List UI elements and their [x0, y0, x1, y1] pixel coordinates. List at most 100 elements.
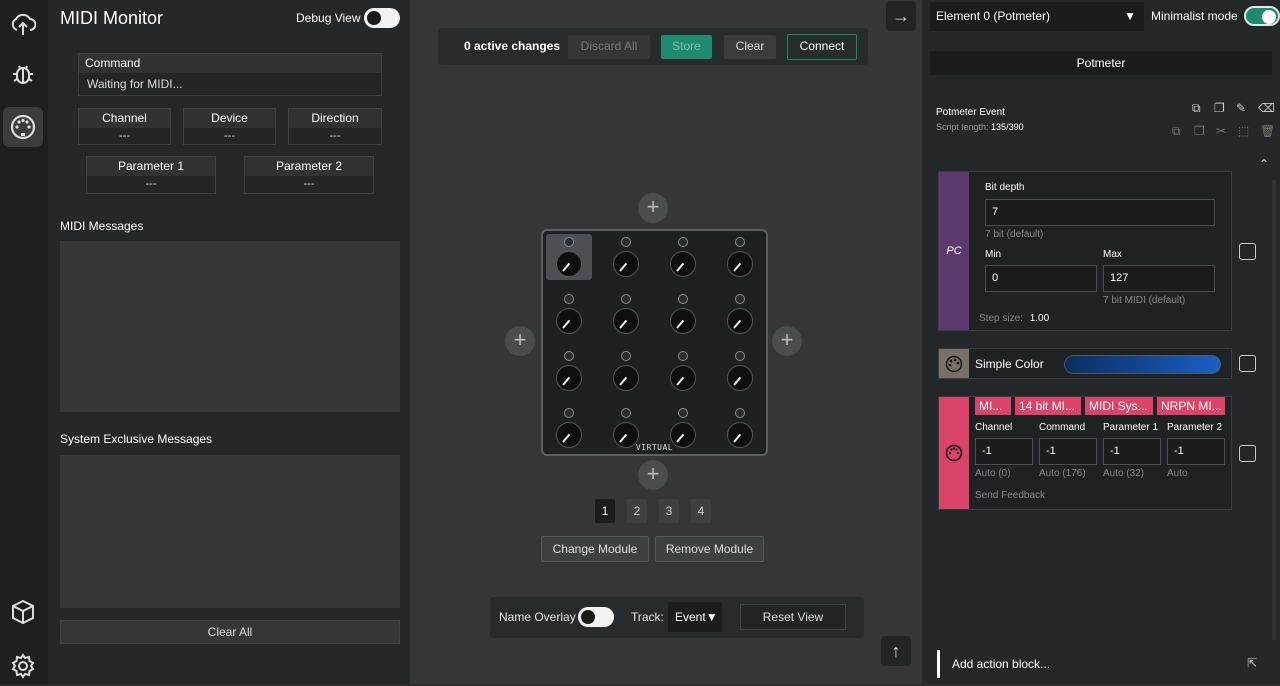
add-module-left-button[interactable]: +: [505, 326, 535, 356]
bit-depth-input[interactable]: 7: [985, 199, 1215, 226]
package-icon[interactable]: [3, 592, 43, 632]
bug-icon[interactable]: [3, 54, 43, 94]
knob-icon[interactable]: [613, 365, 639, 391]
duplicate-icon[interactable]: ❐: [1194, 124, 1205, 138]
brush-icon[interactable]: ⌫: [1258, 101, 1275, 115]
gear-icon[interactable]: [3, 646, 43, 686]
potentiometer-cell[interactable]: [717, 291, 763, 337]
channel-hint: Auto (0): [975, 468, 1011, 479]
edit-icon[interactable]: ✎: [1236, 101, 1246, 115]
midi-messages-heading: MIDI Messages: [60, 219, 144, 233]
copy-icon[interactable]: ⧉: [1192, 101, 1201, 116]
track-select[interactable]: Event▼: [668, 602, 722, 632]
clear-button[interactable]: Clear: [724, 35, 776, 59]
midi-14bit-tab[interactable]: 14 bit MI...: [1015, 397, 1081, 415]
potentiometer-cell[interactable]: [603, 234, 649, 280]
add-action-button[interactable]: Add action block...: [952, 657, 1050, 671]
knob-icon[interactable]: [613, 251, 639, 277]
add-module-bottom-button[interactable]: +: [638, 460, 668, 490]
sysex-messages-list[interactable]: [60, 455, 400, 608]
knob-icon[interactable]: [556, 308, 582, 334]
pc-block: PC Bit depth 7 7 bit (default) Min 0 Max…: [938, 171, 1232, 331]
upload-icon[interactable]: [3, 4, 43, 44]
potentiometer-cell[interactable]: [546, 348, 592, 394]
knob-icon[interactable]: [727, 365, 753, 391]
paste-icon[interactable]: ❐: [1214, 101, 1225, 115]
page-button-2[interactable]: 2: [627, 499, 647, 523]
midi-messages-list[interactable]: [60, 241, 400, 412]
led-indicator: [621, 294, 631, 304]
scroll-up-icon[interactable]: ↑: [881, 636, 911, 666]
external-link-icon[interactable]: ⇱: [1247, 656, 1257, 670]
debug-view-toggle[interactable]: [364, 8, 400, 28]
command-input[interactable]: -1: [1039, 438, 1097, 465]
element-select[interactable]: Element 0 (Potmeter) ▼: [930, 2, 1144, 31]
copy-block-icon[interactable]: ⧉: [1172, 124, 1181, 139]
midi-tab[interactable]: MI...: [975, 397, 1011, 415]
page-button-3[interactable]: 3: [659, 499, 679, 523]
midi-sysex-tab[interactable]: MIDI Sys...: [1085, 397, 1153, 415]
parameter2-input[interactable]: -1: [1167, 438, 1225, 465]
midi-block-checkbox[interactable]: [1239, 445, 1256, 462]
clear-all-button[interactable]: Clear All: [60, 620, 400, 644]
potentiometer-cell[interactable]: [660, 348, 706, 394]
left-nav-bar: [0, 0, 48, 684]
view-toolbar: Name Overlay Track: Event▼ Reset View: [490, 597, 864, 638]
element-select-value: Element 0 (Potmeter): [936, 9, 1051, 23]
nrpn-tab[interactable]: NRPN MI...: [1157, 397, 1225, 415]
scrollbar[interactable]: [1272, 180, 1276, 640]
color-swatch[interactable]: [1064, 355, 1221, 374]
knob-icon[interactable]: [670, 365, 696, 391]
potentiometer-cell[interactable]: [660, 291, 706, 337]
knob-icon[interactable]: [556, 365, 582, 391]
min-input[interactable]: 0: [985, 265, 1097, 292]
delete-icon[interactable]: 🗑: [1260, 124, 1275, 138]
potentiometer-cell[interactable]: [717, 348, 763, 394]
event-title: Potmeter Event: [936, 107, 1005, 118]
channel-value: ---: [119, 130, 130, 142]
discard-all-button[interactable]: Discard All: [568, 35, 650, 59]
config-panel: Element 0 (Potmeter) ▼ Minimalist mode P…: [922, 0, 1280, 684]
led-indicator: [678, 351, 688, 361]
channel-input[interactable]: -1: [975, 438, 1033, 465]
page-button-4[interactable]: 4: [691, 499, 711, 523]
page-button-1[interactable]: 1: [595, 499, 615, 523]
command-field: Command Waiting for MIDI...: [78, 53, 382, 96]
potentiometer-cell[interactable]: [546, 234, 592, 280]
send-feedback-link[interactable]: Send Feedback: [975, 490, 1045, 501]
potentiometer-cell[interactable]: [603, 348, 649, 394]
group-icon[interactable]: ⬚: [1238, 124, 1249, 138]
reset-view-button[interactable]: Reset View: [740, 604, 846, 630]
midi-icon[interactable]: [3, 107, 43, 147]
cut-icon[interactable]: ✂: [1216, 124, 1226, 138]
knob-icon[interactable]: [727, 308, 753, 334]
debug-view-label: Debug View: [296, 11, 361, 25]
potentiometer-cell[interactable]: [546, 291, 592, 337]
potentiometer-cell[interactable]: [603, 291, 649, 337]
collapse-right-icon[interactable]: →: [886, 1, 916, 31]
name-overlay-toggle[interactable]: [578, 607, 614, 627]
max-input[interactable]: 127: [1103, 265, 1215, 292]
potentiometer-cell[interactable]: [660, 234, 706, 280]
parameter1-input[interactable]: -1: [1103, 438, 1161, 465]
knob-icon[interactable]: [556, 251, 582, 277]
knob-icon[interactable]: [727, 251, 753, 277]
remove-module-button[interactable]: Remove Module: [655, 536, 764, 562]
minimalist-toggle[interactable]: [1244, 6, 1280, 26]
simple-color-checkbox[interactable]: [1239, 355, 1256, 372]
chevron-up-icon[interactable]: ⌃: [1259, 157, 1269, 171]
store-button[interactable]: Store: [661, 35, 712, 59]
knob-icon[interactable]: [670, 251, 696, 277]
add-module-right-button[interactable]: +: [772, 326, 802, 356]
add-module-top-button[interactable]: +: [638, 193, 668, 223]
led-indicator: [735, 237, 745, 247]
potentiometer-cell[interactable]: [717, 234, 763, 280]
knob-icon[interactable]: [670, 308, 696, 334]
knob-icon[interactable]: [613, 308, 639, 334]
pc-block-checkbox[interactable]: [1239, 243, 1256, 260]
led-indicator: [678, 237, 688, 247]
command-label: Command: [1039, 422, 1086, 433]
max-hint: 7 bit MIDI (default): [1103, 295, 1186, 306]
change-module-button[interactable]: Change Module: [541, 536, 649, 562]
connect-button[interactable]: Connect: [787, 34, 857, 60]
